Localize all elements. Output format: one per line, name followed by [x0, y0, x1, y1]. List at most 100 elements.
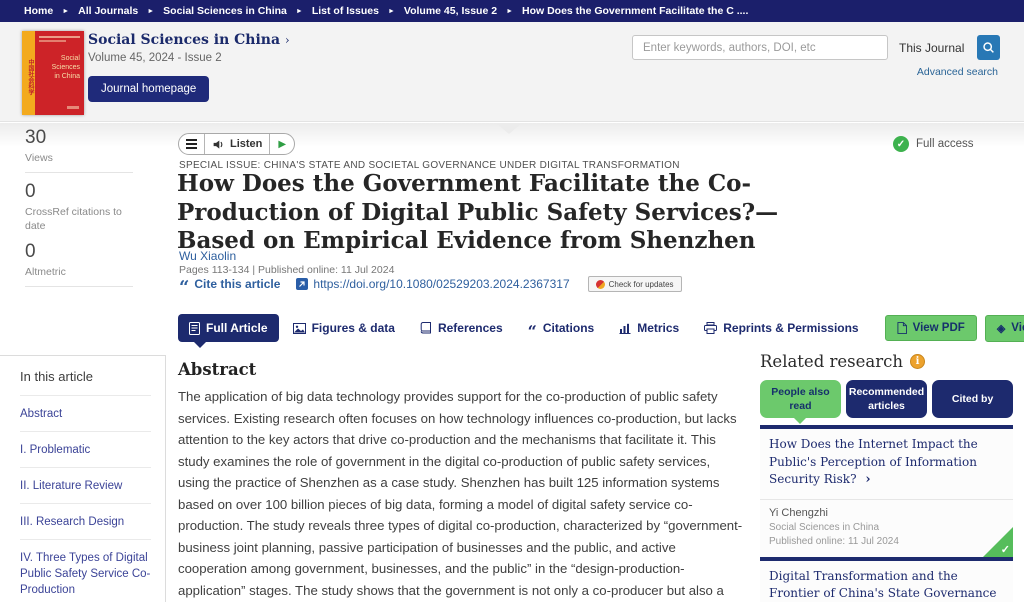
info-icon[interactable]: i — [910, 354, 925, 369]
tab-recommended-articles[interactable]: Recommended articles — [846, 380, 927, 418]
check-circle-icon: ✓ — [893, 136, 909, 152]
tab-label: Figures & data — [312, 321, 395, 335]
tab-metrics[interactable]: Metrics — [608, 314, 690, 342]
tab-label: Metrics — [637, 321, 679, 335]
breadcrumb: Home ► All Journals ► Social Sciences in… — [0, 0, 1024, 22]
view-pdf-label: View PDF — [913, 322, 965, 334]
breadcrumb-link-journal[interactable]: Social Sciences in China — [163, 5, 287, 17]
journal-name: Social Sciences in China — [88, 32, 280, 48]
check-updates-label: Check for updates — [609, 280, 674, 289]
related-article-link[interactable]: How Does the Internet Impact the Public'… — [760, 429, 1013, 499]
breadcrumb-link-list-of-issues[interactable]: List of Issues — [312, 5, 379, 17]
related-article-date: Published online: 11 Jul 2024 — [769, 536, 1004, 547]
journal-meta: Social Sciences in China › Volume 45, 20… — [88, 32, 290, 102]
tab-label: Reprints & Permissions — [723, 321, 858, 335]
views-label: Views — [25, 151, 133, 165]
active-tab-pointer — [194, 342, 206, 348]
journal-issue-link[interactable]: Volume 45, 2024 - Issue 2 — [88, 52, 290, 64]
header-shadow — [0, 123, 1024, 147]
search-button[interactable] — [977, 35, 1000, 60]
related-article-title: How Does the Internet Impact the Public'… — [769, 437, 978, 486]
tab-label: Cited by — [952, 392, 993, 406]
view-epub-button[interactable]: ◈ View EPUB — [985, 315, 1024, 342]
journal-cover-thumbnail[interactable]: 中国社会科学 Social Sciences in China — [22, 31, 84, 115]
related-research-heading: Related research i — [760, 352, 1013, 371]
document-icon — [189, 322, 200, 335]
toc-item-problematic[interactable]: I. Problematic — [20, 431, 151, 467]
breadcrumb-link-issue[interactable]: Volume 45, Issue 2 — [404, 5, 497, 17]
page: Home ► All Journals ► Social Sciences in… — [0, 0, 1024, 602]
listen-button[interactable]: Listen — [205, 134, 269, 154]
active-tab-pointer — [794, 418, 806, 424]
related-article-title: Digital Transformation and the Frontier … — [769, 569, 997, 600]
listen-menu-button[interactable] — [179, 134, 205, 154]
full-access-label: Full access — [916, 138, 974, 150]
views-count: 30 — [25, 127, 133, 149]
related-article-author: Yi Chengzhi — [769, 507, 1004, 519]
breadcrumb-link-home[interactable]: Home — [24, 5, 53, 17]
cite-this-article-link[interactable]: “ Cite this article — [179, 277, 280, 291]
tab-people-also-read[interactable]: People also read — [760, 380, 841, 418]
breadcrumb-arrow-icon: ► — [296, 8, 303, 15]
tab-citations[interactable]: “ Citations — [517, 314, 606, 342]
related-article-link[interactable]: Digital Transformation and the Frontier … — [760, 561, 1013, 602]
journal-cover-decoration — [39, 36, 80, 38]
doi-link[interactable]: https://doi.org/10.1080/02529203.2024.23… — [296, 277, 569, 291]
breadcrumb-link-all-journals[interactable]: All Journals — [78, 5, 138, 17]
journal-cover-spine-text: 中国社会科学 — [22, 31, 35, 115]
tab-label: References — [438, 321, 503, 335]
toc-item-research-design[interactable]: III. Research Design — [20, 503, 151, 539]
quote-icon: “ — [528, 329, 537, 335]
breadcrumb-arrow-icon: ► — [388, 8, 395, 15]
toc-item-three-types[interactable]: IV. Three Types of Digital Public Safety… — [20, 539, 151, 602]
search-input[interactable] — [632, 35, 888, 60]
tab-reprints-permissions[interactable]: Reprints & Permissions — [693, 314, 869, 342]
journal-homepage-button[interactable]: Journal homepage — [88, 76, 209, 102]
bar-chart-icon — [619, 323, 631, 334]
article-metrics: 30 Views 0 CrossRef citations to date 0 … — [25, 127, 133, 295]
journal-header: 中国社会科学 Social Sciences in China Social S… — [0, 22, 1024, 122]
divider — [25, 286, 133, 287]
tab-full-article[interactable]: Full Article — [178, 314, 279, 342]
altmetric-label: Altmetric — [25, 265, 133, 279]
image-icon — [293, 323, 306, 334]
chevron-right-icon: › — [285, 33, 290, 47]
book-icon — [420, 322, 432, 334]
breadcrumb-arrow-icon: ► — [506, 8, 513, 15]
abstract-text: The application of big data technology p… — [178, 386, 745, 602]
related-research-panel: Related research i People also read Reco… — [760, 352, 1013, 602]
tab-figures-data[interactable]: Figures & data — [282, 314, 406, 342]
quote-icon: “ — [179, 284, 189, 292]
journal-name-link[interactable]: Social Sciences in China › — [88, 32, 290, 48]
tab-references[interactable]: References — [409, 314, 514, 342]
toc-item-abstract[interactable]: Abstract — [20, 395, 151, 431]
crossmark-icon — [596, 280, 605, 289]
crossref-count: 0 — [25, 181, 133, 203]
breadcrumb-arrow-icon: ► — [147, 8, 154, 15]
tab-cited-by[interactable]: Cited by — [932, 380, 1013, 418]
related-research-title: Related research — [760, 352, 903, 371]
altmetric-count: 0 — [25, 241, 133, 263]
check-for-updates-button[interactable]: Check for updates — [588, 276, 682, 292]
abstract-heading: Abstract — [178, 360, 256, 379]
play-button[interactable]: ▶ — [269, 134, 294, 154]
related-article-card: Digital Transformation and the Frontier … — [760, 557, 1013, 602]
tab-label: Recommended articles — [849, 385, 924, 413]
pdf-document-icon — [897, 322, 907, 334]
crossref-label: CrossRef citations to date — [25, 205, 133, 233]
related-article-list: How Does the Internet Impact the Public'… — [760, 425, 1013, 602]
chevron-right-icon: › — [865, 472, 870, 487]
speaker-icon — [212, 138, 225, 151]
tab-label: Citations — [543, 321, 594, 335]
toc-item-literature-review[interactable]: II. Literature Review — [20, 467, 151, 503]
related-article-meta: Yi Chengzhi Social Sciences in China Pub… — [760, 499, 1013, 557]
toc-title: In this article — [20, 356, 151, 395]
advanced-search-link[interactable]: Advanced search — [917, 66, 998, 78]
publication-info: Pages 113-134 | Published online: 11 Jul… — [179, 264, 394, 276]
author-link[interactable]: Wu Xiaolin — [179, 249, 236, 263]
cite-label: Cite this article — [194, 277, 280, 291]
search-scope-select[interactable]: This Journal ▾ — [899, 35, 985, 60]
breadcrumb-arrow-icon: ► — [62, 8, 69, 15]
view-pdf-button[interactable]: View PDF — [885, 315, 977, 341]
play-icon: ▶ — [278, 139, 286, 150]
